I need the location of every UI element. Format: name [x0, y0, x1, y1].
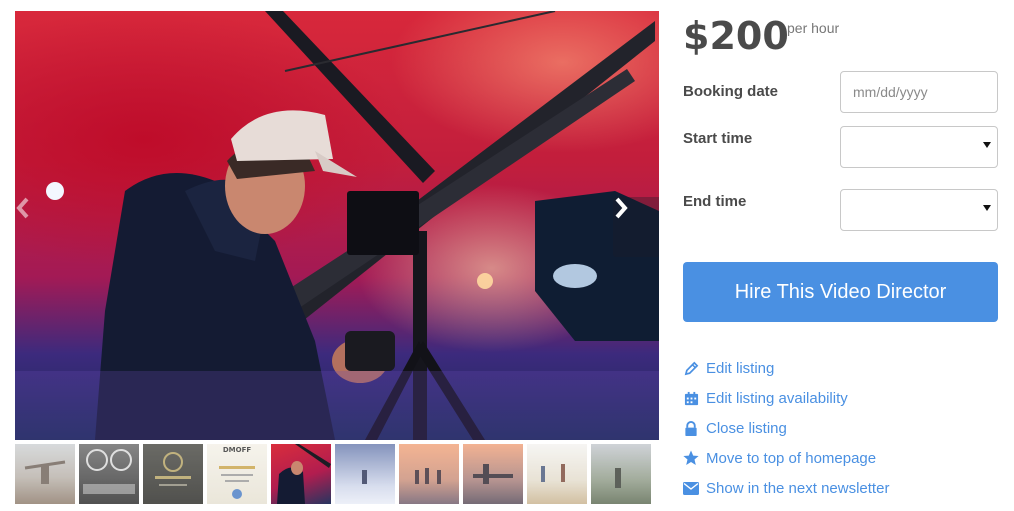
thumbnail-9-image: [541, 464, 565, 482]
thumbnail-3[interactable]: [143, 444, 203, 504]
price-amount: $200: [683, 14, 789, 58]
calendar-icon: [683, 390, 699, 406]
gallery-next-button[interactable]: [613, 197, 659, 257]
thumbnail-2[interactable]: [79, 444, 139, 504]
start-time-select[interactable]: [840, 126, 998, 168]
booking-date-placeholder: mm/dd/yyyy: [853, 84, 928, 100]
thumbnail-1-image: [24, 460, 66, 484]
owner-actions-list: Edit listing Edit listing availability C…: [683, 353, 889, 503]
thumbnail-strip: DMOFF: [15, 443, 659, 505]
thumbnail-8[interactable]: [463, 444, 523, 504]
booking-date-input[interactable]: mm/dd/yyyy: [840, 71, 998, 113]
thumbnail-1[interactable]: [15, 444, 75, 504]
thumbnail-10-image: [615, 468, 621, 488]
thumbnail-8-image: [473, 464, 513, 484]
thumbnail-3-image: [155, 452, 191, 486]
edit-listing-link[interactable]: Edit listing: [683, 353, 889, 383]
thumbnail-7-image: [415, 468, 441, 484]
director-photo: [15, 11, 659, 440]
close-listing-label: Close listing: [706, 419, 787, 437]
star-icon: [683, 450, 699, 466]
newsletter-link[interactable]: Show in the next newsletter: [683, 473, 889, 503]
move-to-top-link[interactable]: Move to top of homepage: [683, 443, 889, 473]
thumbnail-4-image: [219, 466, 255, 499]
edit-listing-label: Edit listing: [706, 359, 775, 377]
end-time-label: End time: [683, 193, 747, 210]
edit-availability-link[interactable]: Edit listing availability: [683, 383, 889, 413]
end-time-select[interactable]: [840, 189, 998, 231]
thumbnail-9[interactable]: [527, 444, 587, 504]
price-unit: per hour: [787, 20, 840, 36]
gallery-prev-button[interactable]: [15, 197, 61, 257]
pencil-icon: [683, 360, 699, 376]
thumbnail-5[interactable]: [271, 444, 331, 504]
caret-down-icon: [983, 142, 991, 148]
thumbnail-7[interactable]: [399, 444, 459, 504]
thumbnail-4[interactable]: DMOFF: [207, 444, 267, 504]
main-gallery-image[interactable]: [15, 11, 659, 440]
caret-down-icon: [983, 205, 991, 211]
start-time-label: Start time: [683, 130, 753, 147]
thumbnail-4-caption: DMOFF: [222, 446, 252, 454]
thumbnail-10[interactable]: [591, 444, 651, 504]
thumbnail-5-image: [277, 444, 331, 504]
hire-button[interactable]: Hire This Video Director: [683, 262, 998, 322]
thumbnail-6-image: [362, 470, 367, 484]
chevron-left-icon: [16, 197, 29, 219]
close-listing-link[interactable]: Close listing: [683, 413, 889, 443]
lock-icon: [683, 420, 699, 436]
move-to-top-label: Move to top of homepage: [706, 449, 877, 467]
booking-date-label: Booking date: [683, 83, 779, 100]
thumbnail-6[interactable]: [335, 444, 395, 504]
edit-availability-label: Edit listing availability: [706, 389, 848, 407]
newsletter-label: Show in the next newsletter: [706, 479, 890, 497]
chevron-right-icon: [615, 197, 628, 219]
thumbnail-2-image: [83, 449, 135, 494]
envelope-icon: [683, 480, 699, 496]
